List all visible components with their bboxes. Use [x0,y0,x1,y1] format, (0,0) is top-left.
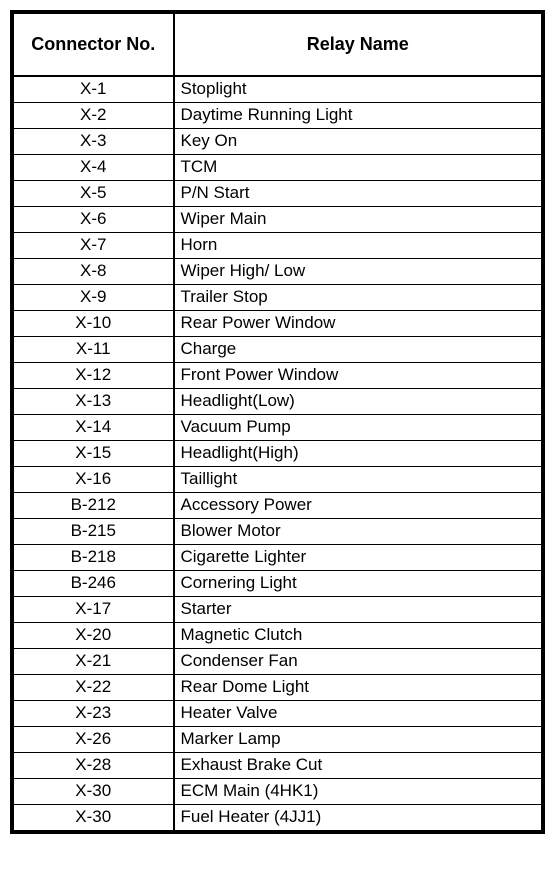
connector-cell: X-30 [14,804,174,830]
connector-cell: X-21 [14,648,174,674]
table-row: X-13Headlight(Low) [14,388,542,414]
connector-cell: X-23 [14,700,174,726]
relay-cell: Vacuum Pump [174,414,542,440]
relay-cell: Rear Power Window [174,310,542,336]
connector-cell: X-9 [14,284,174,310]
connector-cell: B-246 [14,570,174,596]
table-row: X-7Horn [14,232,542,258]
relay-cell: Daytime Running Light [174,102,542,128]
relay-cell: Marker Lamp [174,726,542,752]
connector-cell: X-28 [14,752,174,778]
relay-table: Connector No. Relay Name X-1StoplightX-2… [13,13,542,831]
table-row: X-12Front Power Window [14,362,542,388]
table-body: X-1StoplightX-2Daytime Running LightX-3K… [14,76,542,830]
connector-cell: X-14 [14,414,174,440]
connector-cell: X-17 [14,596,174,622]
table-row: X-4TCM [14,154,542,180]
table-row: X-6Wiper Main [14,206,542,232]
relay-cell: Wiper Main [174,206,542,232]
connector-cell: X-4 [14,154,174,180]
table-row: X-1Stoplight [14,76,542,102]
relay-cell: Key On [174,128,542,154]
relay-cell: Blower Motor [174,518,542,544]
relay-cell: Headlight(High) [174,440,542,466]
relay-cell: Cigarette Lighter [174,544,542,570]
table-row: B-218Cigarette Lighter [14,544,542,570]
table-row: X-22Rear Dome Light [14,674,542,700]
relay-cell: Stoplight [174,76,542,102]
relay-cell: ECM Main (4HK1) [174,778,542,804]
table-row: X-23Heater Valve [14,700,542,726]
connector-cell: X-26 [14,726,174,752]
table-row: X-20Magnetic Clutch [14,622,542,648]
relay-cell: Charge [174,336,542,362]
table-row: B-246Cornering Light [14,570,542,596]
relay-cell: Magnetic Clutch [174,622,542,648]
connector-cell: X-7 [14,232,174,258]
table-row: X-10Rear Power Window [14,310,542,336]
table-row: X-14Vacuum Pump [14,414,542,440]
connector-cell: X-22 [14,674,174,700]
connector-cell: X-10 [14,310,174,336]
table-row: X-17Starter [14,596,542,622]
connector-cell: X-1 [14,76,174,102]
table-header-row: Connector No. Relay Name [14,14,542,77]
relay-cell: Fuel Heater (4JJ1) [174,804,542,830]
relay-cell: TCM [174,154,542,180]
table-row: X-8Wiper High/ Low [14,258,542,284]
connector-cell: B-218 [14,544,174,570]
table-row: X-30Fuel Heater (4JJ1) [14,804,542,830]
table-row: X-26Marker Lamp [14,726,542,752]
relay-cell: P/N Start [174,180,542,206]
connector-cell: X-13 [14,388,174,414]
table-row: X-28Exhaust Brake Cut [14,752,542,778]
relay-cell: Cornering Light [174,570,542,596]
table-row: X-15Headlight(High) [14,440,542,466]
relay-cell: Taillight [174,466,542,492]
table-row: X-9Trailer Stop [14,284,542,310]
table-row: X-2Daytime Running Light [14,102,542,128]
connector-cell: B-212 [14,492,174,518]
table-row: X-5P/N Start [14,180,542,206]
table-row: X-11Charge [14,336,542,362]
connector-cell: X-5 [14,180,174,206]
relay-cell: Condenser Fan [174,648,542,674]
relay-table-container: Connector No. Relay Name X-1StoplightX-2… [10,10,545,834]
relay-cell: Starter [174,596,542,622]
connector-cell: X-2 [14,102,174,128]
table-row: X-16Taillight [14,466,542,492]
connector-cell: X-8 [14,258,174,284]
relay-cell: Accessory Power [174,492,542,518]
header-connector: Connector No. [14,14,174,77]
connector-cell: X-15 [14,440,174,466]
relay-cell: Front Power Window [174,362,542,388]
table-row: X-30ECM Main (4HK1) [14,778,542,804]
relay-cell: Headlight(Low) [174,388,542,414]
table-row: X-3Key On [14,128,542,154]
relay-cell: Wiper High/ Low [174,258,542,284]
connector-cell: B-215 [14,518,174,544]
connector-cell: X-20 [14,622,174,648]
connector-cell: X-30 [14,778,174,804]
relay-cell: Heater Valve [174,700,542,726]
connector-cell: X-16 [14,466,174,492]
relay-cell: Trailer Stop [174,284,542,310]
table-row: X-21Condenser Fan [14,648,542,674]
relay-cell: Rear Dome Light [174,674,542,700]
connector-cell: X-3 [14,128,174,154]
table-row: B-212Accessory Power [14,492,542,518]
connector-cell: X-6 [14,206,174,232]
connector-cell: X-12 [14,362,174,388]
relay-cell: Exhaust Brake Cut [174,752,542,778]
connector-cell: X-11 [14,336,174,362]
table-row: B-215Blower Motor [14,518,542,544]
header-relay: Relay Name [174,14,542,77]
relay-cell: Horn [174,232,542,258]
